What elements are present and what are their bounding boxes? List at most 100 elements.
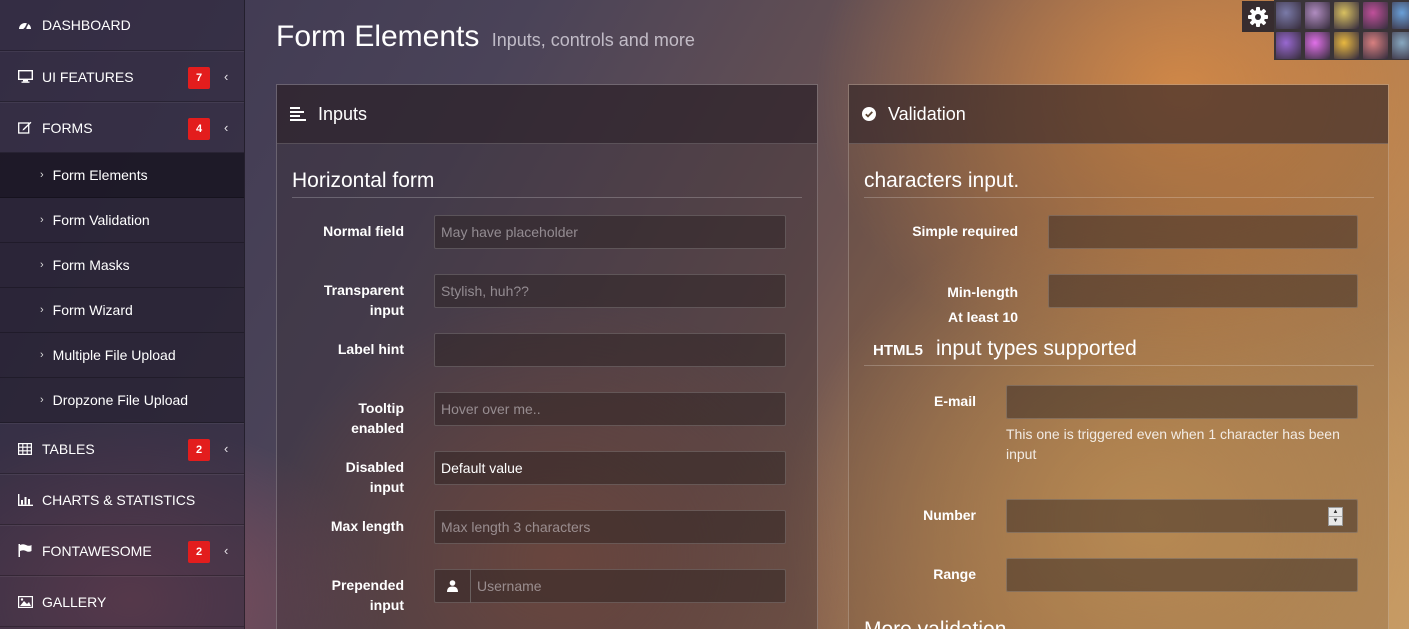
chevron-left-icon: ‹ xyxy=(224,120,229,135)
spin-down-icon[interactable]: ▼ xyxy=(1329,516,1342,525)
chevron-left-icon: ‹ xyxy=(224,543,229,558)
tooltip-input[interactable] xyxy=(434,392,786,426)
spin-up-icon[interactable]: ▲ xyxy=(1329,508,1342,516)
edit-icon xyxy=(16,121,34,135)
inputs-panel: Inputs Horizontal form Normal field Tran… xyxy=(276,84,818,629)
sidebar-item-label: DASHBOARD xyxy=(42,17,131,33)
count-badge: 4 xyxy=(188,118,210,140)
field-label: Range xyxy=(933,566,976,582)
sidebar-item-ui-features[interactable]: UI FEATURES 7 ‹ xyxy=(0,51,244,102)
sidebar-subitem-form-masks[interactable]: › Form Masks xyxy=(0,243,244,288)
disabled-input xyxy=(434,451,786,485)
theme-swatch[interactable] xyxy=(1363,2,1388,29)
field-label: Label hint xyxy=(337,341,404,357)
field-label: E-mail xyxy=(933,393,976,409)
chevron-right-icon: › xyxy=(40,214,44,226)
html5-legend: HTML5 input types supported xyxy=(864,337,1374,366)
validation-panel: Validation characters input. Simple requ… xyxy=(848,84,1389,629)
sidebar: DASHBOARD UI FEATURES 7 ‹ FORMS 4 ‹ › Fo… xyxy=(0,0,245,629)
sidebar-subitem-label: Form Validation xyxy=(52,212,150,228)
field-label: Simple required xyxy=(912,223,1018,239)
theme-swatch[interactable] xyxy=(1305,2,1330,29)
panel-title: Validation xyxy=(888,103,966,124)
sidebar-item-charts[interactable]: CHARTS & STATISTICS xyxy=(0,474,244,525)
number-input[interactable]: ▲ ▼ xyxy=(1006,499,1358,533)
chevron-right-icon: › xyxy=(40,349,44,361)
form-legend: characters input. xyxy=(864,169,1374,198)
normal-field-input[interactable] xyxy=(434,215,786,249)
dashboard-icon xyxy=(16,18,34,32)
field-label-line: Transparent xyxy=(323,282,404,298)
flag-icon xyxy=(16,544,34,558)
sidebar-subitem-label: Form Masks xyxy=(52,257,130,273)
panel-title: Inputs xyxy=(318,103,368,124)
form-legend: Horizontal form xyxy=(292,169,802,198)
transparent-input[interactable] xyxy=(434,274,786,308)
align-left-icon xyxy=(290,107,306,121)
number-spinner[interactable]: ▲ ▼ xyxy=(1328,507,1343,526)
chevron-right-icon: › xyxy=(40,169,44,181)
user-icon xyxy=(447,580,458,592)
input-addon xyxy=(434,569,471,603)
min-length-input[interactable] xyxy=(1048,274,1358,308)
sidebar-item-forms[interactable]: FORMS 4 ‹ xyxy=(0,102,244,153)
theme-swatch[interactable] xyxy=(1276,2,1301,29)
gear-icon xyxy=(1248,6,1268,27)
label-hint-input[interactable] xyxy=(434,333,786,367)
theme-swatch[interactable] xyxy=(1334,32,1359,59)
sidebar-item-label: GALLERY xyxy=(42,593,107,610)
sidebar-item-label: FORMS xyxy=(42,119,93,136)
settings-button[interactable] xyxy=(1242,1,1274,32)
chevron-left-icon: ‹ xyxy=(224,441,229,456)
theme-swatches xyxy=(1274,0,1409,60)
page-title-text: Form Elements xyxy=(276,20,480,53)
theme-swatch[interactable] xyxy=(1276,32,1301,59)
max-length-input[interactable] xyxy=(434,510,786,544)
theme-swatch[interactable] xyxy=(1305,32,1330,59)
field-label-line: Min-length xyxy=(947,284,1018,300)
theme-swatch[interactable] xyxy=(1392,2,1409,29)
theme-swatch[interactable] xyxy=(1334,2,1359,29)
field-label-line: Disabled xyxy=(345,459,404,475)
range-input[interactable] xyxy=(1006,558,1358,592)
field-label-line: input xyxy=(369,597,404,613)
sidebar-item-dashboard[interactable]: DASHBOARD xyxy=(0,0,244,51)
bar-chart-icon xyxy=(16,493,34,507)
html5-label: HTML5 xyxy=(873,342,923,359)
field-label-line: At least 10 xyxy=(947,309,1018,325)
sidebar-item-label: CHARTS & STATISTICS xyxy=(42,491,196,508)
sidebar-item-gallery[interactable]: GALLERY xyxy=(0,576,244,627)
theme-swatch[interactable] xyxy=(1363,32,1388,59)
chevron-right-icon: › xyxy=(40,304,44,316)
sidebar-subitem-label: Dropzone File Upload xyxy=(52,392,189,408)
field-label-line: input xyxy=(369,302,404,318)
chevron-right-icon: › xyxy=(40,259,44,271)
sidebar-item-fontawesome[interactable]: FONTAWESOME 2 ‹ xyxy=(0,525,244,576)
sidebar-item-label: UI FEATURES xyxy=(42,68,134,85)
page-subtitle: Inputs, controls and more xyxy=(491,30,695,50)
username-input[interactable] xyxy=(470,569,786,603)
sidebar-subitem-form-wizard[interactable]: › Form Wizard xyxy=(0,288,244,333)
field-label-line: Tooltip xyxy=(358,400,404,416)
more-validation-legend: More validation xyxy=(864,618,1006,629)
sidebar-subitem-form-elements[interactable]: › Form Elements xyxy=(0,153,244,198)
field-label-line: enabled xyxy=(351,420,404,436)
theme-swatch[interactable] xyxy=(1392,32,1409,59)
picture-icon xyxy=(16,595,34,609)
email-input[interactable] xyxy=(1006,385,1358,419)
sidebar-subitem-dropzone-file-upload[interactable]: › Dropzone File Upload xyxy=(0,378,244,423)
field-label: Normal field xyxy=(323,223,404,239)
panel-header: Validation xyxy=(849,85,1388,144)
simple-required-input[interactable] xyxy=(1048,215,1358,249)
page-title: Form Elements Inputs, controls and more xyxy=(276,20,695,54)
sidebar-subitem-label: Multiple File Upload xyxy=(52,347,176,363)
sidebar-item-label: TABLES xyxy=(42,440,95,457)
sidebar-item-tables[interactable]: TABLES 2 ‹ xyxy=(0,423,244,474)
sidebar-subitem-multiple-file-upload[interactable]: › Multiple File Upload xyxy=(0,333,244,378)
field-label: Min-length At least 10 xyxy=(869,280,1018,330)
field-label-line: Prepended xyxy=(331,577,404,593)
monitor-icon xyxy=(16,70,34,84)
sidebar-subitem-label: Form Elements xyxy=(52,167,148,183)
sidebar-subitem-form-validation[interactable]: › Form Validation xyxy=(0,198,244,243)
count-badge: 7 xyxy=(188,67,210,89)
